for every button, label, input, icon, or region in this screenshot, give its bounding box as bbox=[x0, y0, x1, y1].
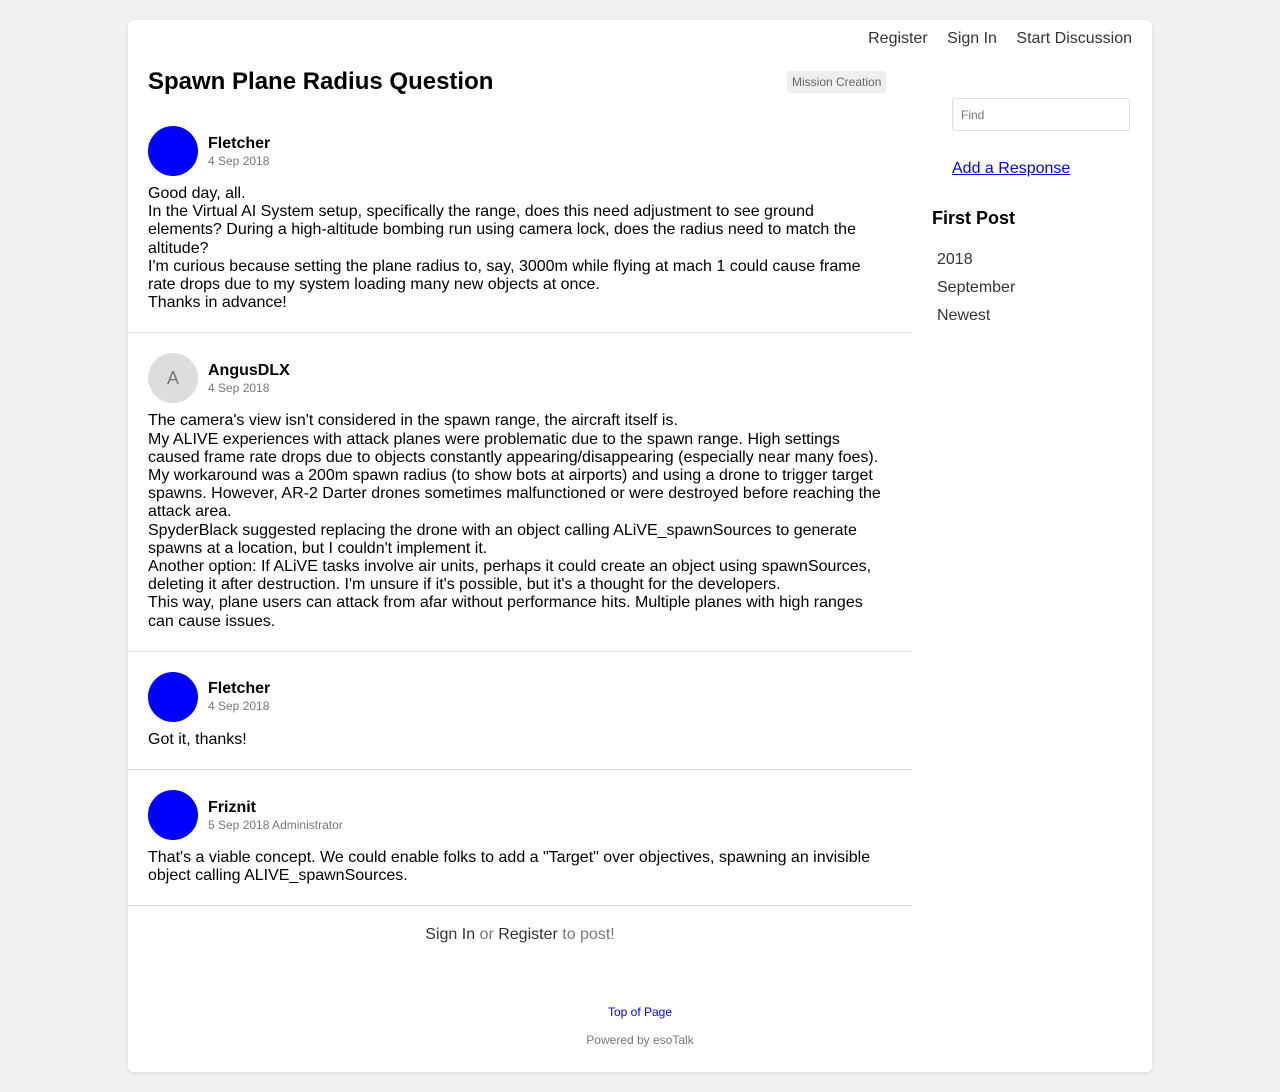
post-meta: 4 Sep 2018 bbox=[208, 380, 270, 395]
reply-sign-in-link[interactable]: Sign In bbox=[425, 926, 475, 943]
post-meta: 5 Sep 2018 Administrator bbox=[208, 817, 343, 832]
page-title: Spawn Plane Radius Question bbox=[148, 68, 494, 95]
post: Fletcher 4 Sep 2018 Got it, thanks! bbox=[128, 671, 912, 771]
register-link[interactable]: Register bbox=[868, 30, 928, 47]
post-line: That's a viable concept. We could enable… bbox=[148, 849, 871, 885]
post-header: A AngusDLX 4 Sep 2018 bbox=[148, 353, 892, 404]
sign-in-link[interactable]: Sign In bbox=[947, 30, 997, 47]
post-line: SpyderBlack suggested replacing the dron… bbox=[148, 521, 857, 557]
post-meta: 4 Sep 2018 bbox=[208, 699, 270, 714]
reply-register-link[interactable]: Register bbox=[498, 926, 558, 943]
post-line: Thanks in advance! bbox=[148, 294, 287, 312]
avatar[interactable] bbox=[148, 126, 198, 176]
footer: Top of Page Powered by esoTalk bbox=[128, 1005, 1152, 1047]
post-meta: 4 Sep 2018 bbox=[208, 153, 270, 168]
top-nav: Register Sign In Start Discussion bbox=[853, 30, 1132, 48]
reply-or: or bbox=[475, 926, 499, 944]
timeline-item-month[interactable]: September bbox=[937, 279, 1015, 307]
post-line: I'm curious because setting the plane ra… bbox=[148, 257, 861, 294]
post-author[interactable]: Fletcher bbox=[208, 135, 270, 153]
post-header: Fletcher 4 Sep 2018 bbox=[148, 126, 892, 176]
top-of-page-link[interactable]: Top of Page bbox=[608, 1005, 672, 1019]
post-body: Got it, thanks! bbox=[148, 731, 892, 749]
reply-suffix: to post! bbox=[557, 926, 615, 944]
post-line: The camera's view isn't considered in th… bbox=[148, 412, 678, 430]
avatar[interactable]: A bbox=[148, 353, 198, 404]
post: Fletcher 4 Sep 2018 Good day, all. In the… bbox=[128, 126, 912, 334]
post-body: Good day, all. In the Virtual AI System s… bbox=[148, 185, 892, 312]
post-body: That's a viable concept. We could enable… bbox=[148, 849, 892, 885]
start-discussion-link[interactable]: Start Discussion bbox=[1016, 30, 1132, 47]
post-body: The camera's view isn't considered in th… bbox=[148, 412, 892, 630]
find-input[interactable] bbox=[952, 98, 1130, 131]
discussion-card: Register Sign In Start Discussion Spawn … bbox=[128, 20, 1152, 1072]
timeline-item-year[interactable]: 2018 bbox=[937, 251, 1015, 279]
post-line: Another option: If ALiVE tasks involve a… bbox=[148, 558, 872, 594]
powered-by: Powered by esoTalk bbox=[586, 1033, 694, 1047]
post-author[interactable]: Fletcher bbox=[208, 680, 270, 698]
post-line: My ALIVE experiences with attack planes … bbox=[148, 430, 879, 466]
avatar[interactable] bbox=[148, 790, 198, 841]
post-header: Friznit 5 Sep 2018 Administrator bbox=[148, 790, 892, 841]
post-author[interactable]: Friznit bbox=[208, 799, 343, 817]
add-response-link[interactable]: Add a Response bbox=[952, 160, 1070, 178]
post-header: Fletcher 4 Sep 2018 bbox=[148, 671, 892, 722]
post-line: My workaround was a 200m spawn radius (t… bbox=[148, 467, 881, 521]
channel-tag[interactable]: Mission Creation bbox=[787, 71, 887, 93]
post-author[interactable]: AngusDLX bbox=[208, 362, 290, 380]
post: A AngusDLX 4 Sep 2018 The camera's view … bbox=[128, 353, 912, 652]
timeline-item-newest[interactable]: Newest bbox=[937, 307, 1015, 335]
post-list: Fletcher 4 Sep 2018 Good day, all. In the… bbox=[128, 126, 912, 944]
post-line: In the Virtual AI System setup, specific… bbox=[148, 203, 856, 257]
post-line: Got it, thanks! bbox=[148, 730, 247, 748]
post-line: Good day, all. bbox=[148, 185, 246, 202]
timeline-heading: First Post bbox=[932, 208, 1016, 228]
post: Friznit 5 Sep 2018 Administrator That's … bbox=[128, 790, 912, 907]
avatar[interactable] bbox=[148, 671, 198, 722]
timeline: 2018 September Newest bbox=[937, 251, 1015, 335]
reply-prompt: Sign In or Register to post! bbox=[128, 926, 912, 944]
post-line: This way, plane users can attack from af… bbox=[148, 594, 863, 630]
